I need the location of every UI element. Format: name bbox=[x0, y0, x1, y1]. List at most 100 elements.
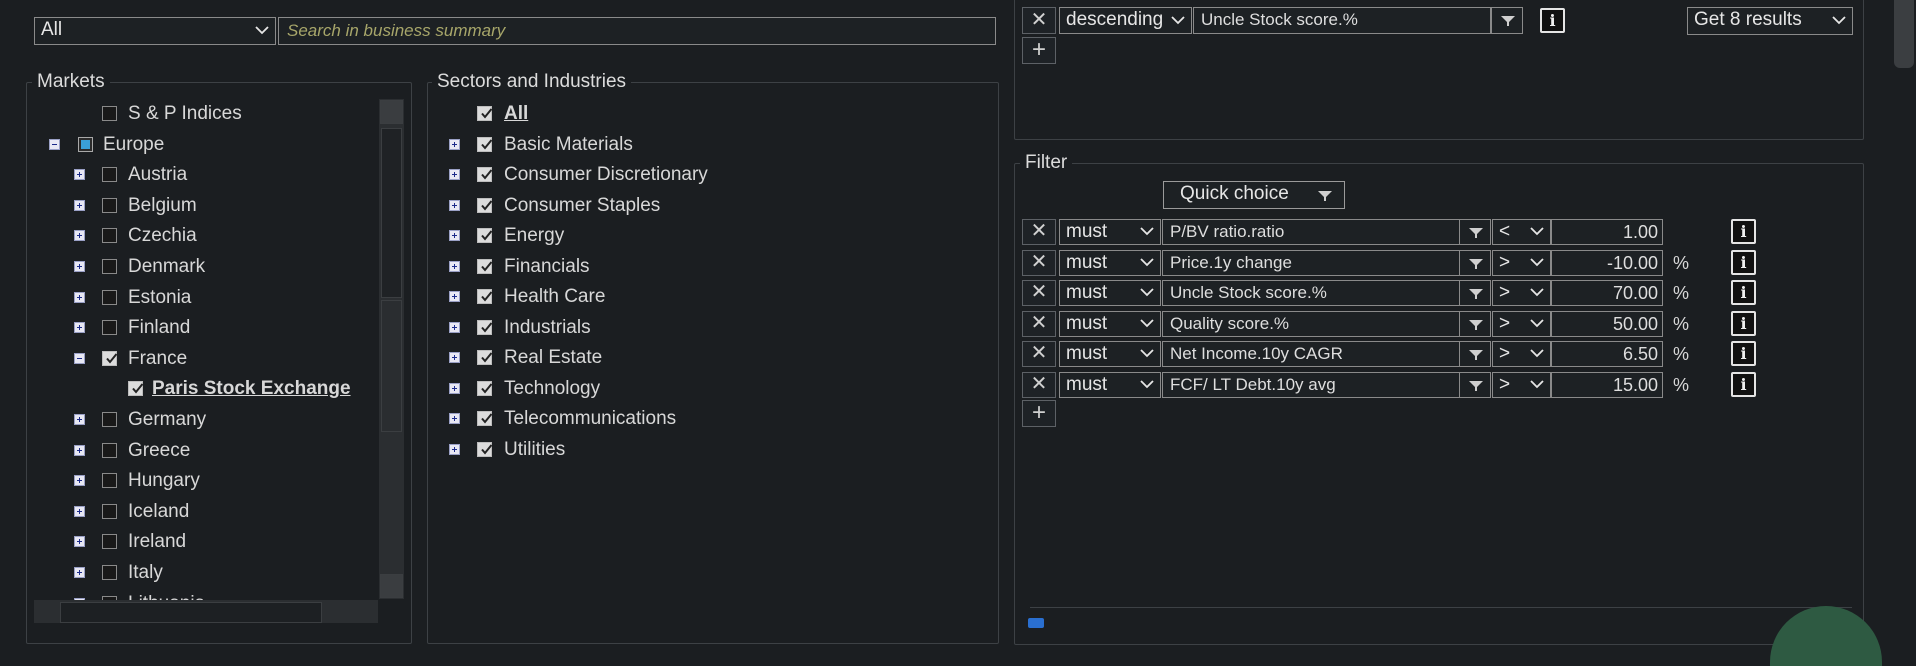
remove-filter-button[interactable]: ✕ bbox=[1022, 249, 1056, 276]
filter-value: -10.00 bbox=[1606, 252, 1658, 273]
filter-field-picker[interactable] bbox=[1459, 280, 1491, 307]
filter-operator-select[interactable]: > bbox=[1492, 249, 1551, 276]
chevron-down-icon bbox=[1140, 287, 1154, 297]
remove-filter-button[interactable]: ✕ bbox=[1022, 219, 1056, 245]
funnel-icon bbox=[1469, 319, 1483, 330]
filter-mode-value: must bbox=[1066, 343, 1108, 365]
filter-mode-select[interactable]: must bbox=[1059, 341, 1161, 368]
filter-operator-select[interactable]: > bbox=[1492, 280, 1551, 307]
close-icon: ✕ bbox=[1030, 342, 1048, 365]
filter-value: 70.00 bbox=[1612, 283, 1658, 304]
filter-value-input[interactable]: 1.00 bbox=[1551, 219, 1663, 245]
chevron-down-icon bbox=[1140, 257, 1154, 267]
filter-field-value: FCF/ LT Debt.10y avg bbox=[1170, 375, 1336, 394]
filter-field-value: Quality score.% bbox=[1170, 313, 1290, 333]
chevron-down-icon bbox=[1530, 318, 1544, 328]
filter-mode-select[interactable]: must bbox=[1059, 219, 1161, 245]
filter-operator-select[interactable]: > bbox=[1492, 310, 1551, 337]
bottom-checkbox[interactable] bbox=[1028, 618, 1044, 628]
filter-unit: % bbox=[1673, 283, 1690, 304]
filter-info-button[interactable]: i bbox=[1731, 219, 1756, 244]
filter-mode-value: must bbox=[1066, 374, 1108, 395]
page-scrollbar[interactable] bbox=[1893, 0, 1916, 623]
filter-field-value: Uncle Stock score.% bbox=[1170, 283, 1327, 303]
funnel-icon bbox=[1469, 228, 1483, 238]
filter-field-picker[interactable] bbox=[1459, 310, 1491, 337]
filter-info-button[interactable]: i bbox=[1731, 341, 1756, 367]
filter-operator-select[interactable]: > bbox=[1492, 341, 1551, 368]
filter-operator-value: > bbox=[1499, 251, 1511, 273]
filter-field-picker[interactable] bbox=[1459, 219, 1491, 245]
close-icon: ✕ bbox=[1030, 311, 1048, 334]
filter-info-button[interactable]: i bbox=[1731, 310, 1756, 336]
funnel-icon bbox=[1469, 350, 1483, 361]
remove-filter-button[interactable]: ✕ bbox=[1022, 372, 1056, 398]
chevron-down-icon bbox=[1140, 226, 1154, 236]
filter-mode-value: must bbox=[1066, 221, 1108, 242]
filter-field[interactable]: Net Income.10y CAGR bbox=[1162, 341, 1460, 368]
filter-mode-select[interactable]: must bbox=[1059, 310, 1161, 337]
info-icon: i bbox=[1740, 222, 1747, 241]
remove-filter-button[interactable]: ✕ bbox=[1022, 341, 1056, 368]
chevron-down-icon bbox=[1530, 257, 1544, 267]
filter-value: 15.00 bbox=[1612, 375, 1658, 395]
filter-value: 50.00 bbox=[1612, 313, 1658, 334]
filter-value-input[interactable]: 6.50 bbox=[1551, 341, 1663, 368]
filter-field[interactable]: Uncle Stock score.% bbox=[1162, 280, 1460, 307]
filter-info-button[interactable]: i bbox=[1731, 280, 1756, 306]
filter-mode-select[interactable]: must bbox=[1059, 372, 1161, 398]
filter-unit: % bbox=[1673, 252, 1690, 273]
info-icon: i bbox=[1740, 344, 1747, 364]
filter-operator-value: > bbox=[1499, 343, 1511, 365]
filter-unit: % bbox=[1673, 344, 1690, 365]
filter-operator-select[interactable]: < bbox=[1492, 219, 1551, 245]
filter-operator-value: > bbox=[1499, 282, 1511, 304]
chevron-down-icon bbox=[1530, 287, 1544, 297]
filter-value: 6.50 bbox=[1622, 344, 1658, 365]
filter-value-input[interactable]: 15.00 bbox=[1551, 372, 1663, 398]
filter-mode-select[interactable]: must bbox=[1059, 249, 1161, 276]
close-icon: ✕ bbox=[1030, 220, 1048, 242]
filter-field[interactable]: P/BV ratio.ratio bbox=[1162, 219, 1460, 245]
chevron-down-icon bbox=[1530, 348, 1544, 358]
funnel-icon bbox=[1469, 258, 1483, 269]
filter-info-button[interactable]: i bbox=[1731, 249, 1756, 275]
filter-field-value: Price.1y change bbox=[1170, 252, 1292, 272]
filter-field[interactable]: FCF/ LT Debt.10y avg bbox=[1162, 372, 1460, 398]
page-scroll-thumb[interactable] bbox=[1894, 0, 1914, 68]
close-icon: ✕ bbox=[1030, 281, 1048, 304]
info-icon: i bbox=[1740, 375, 1747, 394]
filter-value: 1.00 bbox=[1622, 222, 1658, 242]
filter-field-picker[interactable] bbox=[1459, 341, 1491, 368]
remove-filter-button[interactable]: ✕ bbox=[1022, 310, 1056, 337]
filter-mode-value: must bbox=[1066, 251, 1108, 273]
filter-field-picker[interactable] bbox=[1459, 249, 1491, 276]
filter-operator-value: > bbox=[1499, 312, 1511, 334]
filter-unit: % bbox=[1673, 313, 1690, 334]
filter-field[interactable]: Price.1y change bbox=[1162, 249, 1460, 276]
add-filter-button[interactable]: + bbox=[1022, 399, 1056, 427]
filter-operator-select[interactable]: > bbox=[1492, 372, 1551, 398]
filter-operator-value: < bbox=[1499, 221, 1511, 242]
info-icon: i bbox=[1740, 252, 1747, 272]
filter-value-input[interactable]: 70.00 bbox=[1551, 280, 1663, 307]
remove-filter-button[interactable]: ✕ bbox=[1022, 280, 1056, 307]
filter-value-input[interactable]: 50.00 bbox=[1551, 310, 1663, 337]
filter-field-value: P/BV ratio.ratio bbox=[1170, 222, 1285, 241]
filter-unit: % bbox=[1673, 375, 1690, 395]
close-icon: ✕ bbox=[1030, 373, 1048, 395]
filter-rows: ✕ must P/BV ratio.ratio < 1.00 i ✕ must … bbox=[0, 0, 1916, 623]
funnel-icon bbox=[1469, 289, 1483, 300]
filter-field[interactable]: Quality score.% bbox=[1162, 310, 1460, 337]
filter-mode-select[interactable]: must bbox=[1059, 280, 1161, 307]
funnel-icon bbox=[1469, 381, 1483, 391]
info-icon: i bbox=[1740, 313, 1747, 333]
filter-info-button[interactable]: i bbox=[1731, 372, 1756, 397]
chevron-down-icon bbox=[1530, 226, 1544, 236]
filter-field-picker[interactable] bbox=[1459, 372, 1491, 398]
divider bbox=[1030, 607, 1852, 608]
chevron-down-icon bbox=[1530, 379, 1544, 389]
filter-mode-value: must bbox=[1066, 312, 1108, 334]
filter-value-input[interactable]: -10.00 bbox=[1551, 249, 1663, 276]
info-icon: i bbox=[1740, 283, 1747, 303]
